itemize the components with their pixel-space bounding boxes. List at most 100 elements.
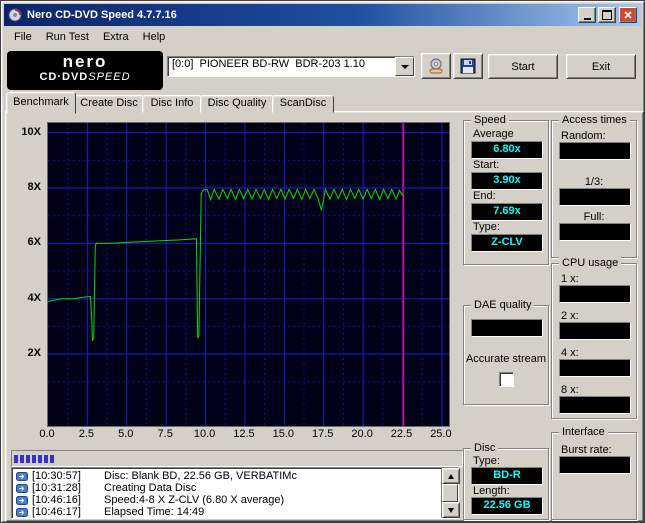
cpu-usage-group-title: CPU usage bbox=[559, 257, 622, 269]
full-access-display bbox=[559, 223, 631, 241]
maximize-icon bbox=[602, 10, 612, 20]
tab-scandisc[interactable]: ScanDisc bbox=[272, 95, 334, 113]
access-times-group-title: Access times bbox=[559, 114, 630, 126]
random-access-display bbox=[559, 142, 631, 160]
menu-item-help[interactable]: Help bbox=[136, 29, 173, 45]
progress-segment bbox=[26, 454, 30, 463]
save-button[interactable] bbox=[453, 53, 483, 79]
log-item-icon bbox=[16, 507, 28, 517]
log-text: Creating Data Disc bbox=[104, 482, 197, 494]
drive-select[interactable]: [0:0] PIONEER BD-RW BDR-203 1.10 bbox=[167, 56, 415, 77]
burst-rate-label: Burst rate: bbox=[561, 444, 612, 456]
access-times-group: Access times Random: 1/3: Full: bbox=[551, 114, 637, 258]
log-text: Disc: Blank BD, 22.56 GB, VERBATIMc bbox=[104, 470, 297, 482]
hand-disc-icon bbox=[429, 58, 443, 73]
dae-quality-group-title: DAE quality bbox=[471, 299, 535, 311]
maximize-button[interactable] bbox=[598, 7, 616, 23]
app-icon bbox=[8, 8, 22, 22]
disc-group: Disc Type: BD-R Length: 22.56 GB bbox=[463, 442, 549, 520]
average-label: Average bbox=[473, 128, 514, 140]
cpu-4x-display bbox=[559, 359, 631, 377]
nero-logo: nero CD·DVDSPEED bbox=[7, 51, 163, 90]
log-line[interactable]: [10:30:57] Disc: Blank BD, 22.56 GB, VER… bbox=[12, 470, 441, 482]
progress-fill bbox=[14, 454, 56, 463]
log-item-icon bbox=[16, 471, 28, 481]
app-window: Nero CD-DVD Speed 4.7.7.16 File Run Test… bbox=[0, 0, 645, 523]
average-value-display: 6.80x bbox=[471, 141, 543, 159]
disc-group-title: Disc bbox=[471, 442, 499, 454]
nero-logo-product: CD·DVDSPEED bbox=[7, 72, 163, 83]
disc-type-display: BD-R bbox=[471, 467, 543, 485]
accurate-stream-label: Accurate stream bbox=[465, 353, 547, 365]
log-scrollbar[interactable] bbox=[441, 468, 460, 518]
cpu-2x-display bbox=[559, 322, 631, 340]
logo-product-left: CD·DVD bbox=[39, 71, 89, 83]
end-speed-display: 7.69x bbox=[471, 203, 543, 221]
log-item-icon bbox=[16, 495, 28, 505]
log-item-icon bbox=[16, 483, 28, 493]
scroll-up-button[interactable] bbox=[442, 468, 460, 484]
end-speed-label: End: bbox=[473, 190, 496, 202]
progress-segment bbox=[14, 454, 18, 463]
cpu-2x-label: 2 x: bbox=[561, 310, 579, 322]
one-third-access-display bbox=[559, 188, 631, 206]
chevron-down-icon bbox=[400, 64, 409, 69]
disc-length-label: Length: bbox=[473, 485, 510, 497]
speed-type-display: Z-CLV bbox=[471, 234, 543, 252]
close-icon bbox=[624, 11, 632, 19]
cpu-4x-label: 4 x: bbox=[561, 347, 579, 359]
log-time: [10:46:16] bbox=[32, 494, 81, 506]
tab-disc-info[interactable]: Disc Info bbox=[142, 95, 202, 113]
log-text: Speed:4-8 X Z-CLV (6.80 X average) bbox=[104, 494, 285, 506]
log-time: [10:46:17] bbox=[32, 506, 81, 518]
window-title: Nero CD-DVD Speed 4.7.7.16 bbox=[27, 9, 177, 21]
log-list: [10:30:57] Disc: Blank BD, 22.56 GB, VER… bbox=[12, 468, 441, 518]
close-button[interactable] bbox=[619, 7, 637, 23]
cpu-8x-display bbox=[559, 396, 631, 414]
tab-benchmark[interactable]: Benchmark bbox=[6, 92, 76, 114]
benchmark-chart bbox=[47, 122, 450, 427]
menu-item-extra[interactable]: Extra bbox=[96, 29, 136, 45]
log-text: Elapsed Time: 14:49 bbox=[104, 506, 205, 518]
interface-group-title: Interface bbox=[559, 426, 608, 438]
cpu-1x-display bbox=[559, 285, 631, 303]
disc-length-display: 22.56 GB bbox=[471, 497, 543, 515]
log-line[interactable]: [10:31:28] Creating Data Disc bbox=[12, 482, 441, 494]
title-bar[interactable]: Nero CD-DVD Speed 4.7.7.16 bbox=[4, 4, 641, 26]
full-access-label: Full: bbox=[583, 211, 605, 223]
speed-group-title: Speed bbox=[471, 114, 509, 126]
floppy-icon bbox=[460, 58, 476, 74]
tab-create-disc[interactable]: Create Disc bbox=[74, 95, 144, 113]
start-button[interactable]: Start bbox=[488, 54, 558, 79]
menu-bar: File Run Test Extra Help bbox=[4, 27, 641, 47]
arrow-up-icon bbox=[448, 473, 454, 479]
start-speed-display: 3.90x bbox=[471, 172, 543, 190]
speed-group: Speed Average 6.80x Start: 3.90x End: 7.… bbox=[463, 114, 549, 265]
menu-item-file[interactable]: File bbox=[7, 29, 39, 45]
progress-segment bbox=[20, 454, 24, 463]
progress-segment bbox=[38, 454, 42, 463]
scroll-down-button[interactable] bbox=[442, 502, 460, 518]
progress-segment bbox=[32, 454, 36, 463]
log-line[interactable]: [10:46:16] Speed:4-8 X Z-CLV (6.80 X ave… bbox=[12, 494, 441, 506]
menu-item-run-test[interactable]: Run Test bbox=[39, 29, 96, 45]
logo-product-right: SPEED bbox=[88, 71, 131, 83]
accurate-stream-checkbox[interactable] bbox=[499, 372, 514, 387]
eject-disc-button[interactable] bbox=[421, 53, 451, 79]
interface-group: Interface Burst rate: bbox=[551, 426, 637, 520]
disc-type-label: Type: bbox=[473, 455, 500, 467]
one-third-access-label: 1/3: bbox=[584, 176, 604, 188]
log-line[interactable]: [10:46:17] Elapsed Time: 14:49 bbox=[12, 506, 441, 518]
nero-logo-brand: nero bbox=[62, 52, 108, 71]
start-speed-label: Start: bbox=[473, 159, 500, 171]
minimize-button[interactable] bbox=[578, 7, 596, 23]
tab-disc-quality[interactable]: Disc Quality bbox=[200, 95, 274, 113]
scrollbar-thumb[interactable] bbox=[442, 484, 458, 502]
drive-select-dropdown-button[interactable] bbox=[395, 57, 414, 76]
progress-segment bbox=[50, 454, 54, 463]
arrow-down-icon bbox=[448, 507, 454, 513]
minimize-icon bbox=[583, 18, 591, 20]
progress-segment bbox=[44, 454, 48, 463]
progress-bar bbox=[11, 450, 463, 467]
exit-button[interactable]: Exit bbox=[566, 54, 636, 79]
